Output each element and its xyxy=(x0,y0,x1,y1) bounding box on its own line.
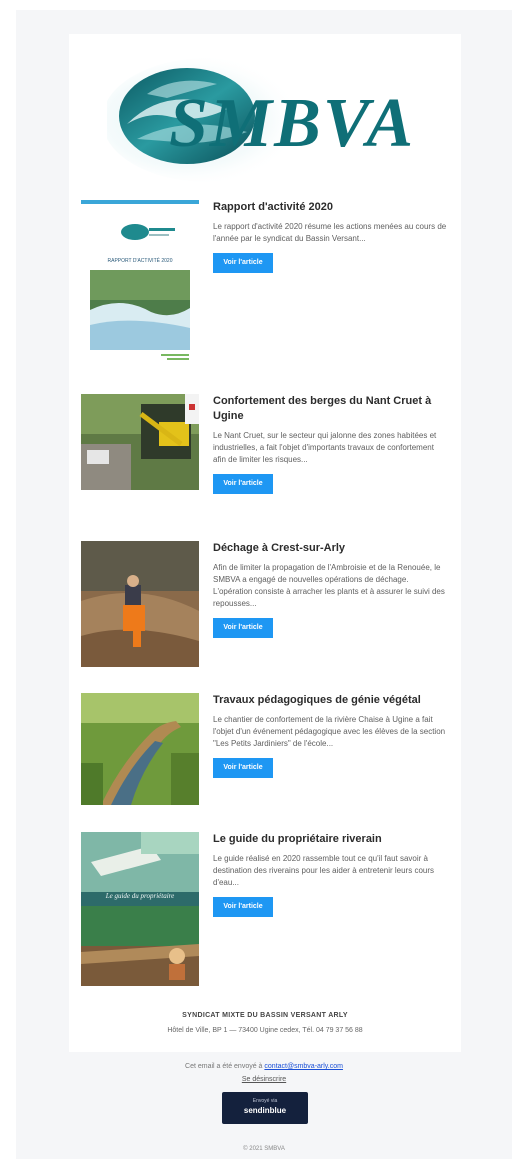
recipient-email-link[interactable]: contact@smbva-arly.com xyxy=(264,1063,343,1070)
read-article-button[interactable]: Voir l'article xyxy=(213,618,273,638)
logo-text: SMBVA xyxy=(169,85,415,162)
badge-line1: Envoyé via xyxy=(252,1098,278,1104)
read-article-button[interactable]: Voir l'article xyxy=(213,897,273,917)
email-notice: Cet email a été envoyé à contact@smbva-a… xyxy=(16,1063,512,1070)
article-body: Rapport d'activité 2020 Le rapport d'act… xyxy=(213,200,447,273)
article-thumbnail[interactable] xyxy=(81,693,199,805)
unsubscribe-link[interactable]: Se désinscrire xyxy=(16,1076,512,1083)
smbva-logo: SMBVA xyxy=(107,58,415,182)
copyright: © 2021 SMBVA xyxy=(243,1146,285,1152)
badge-line2: sendinblue xyxy=(243,1106,287,1115)
article-excerpt: Le rapport d'activité 2020 résume les ac… xyxy=(213,222,447,243)
article-title[interactable]: Rapport d'activité 2020 xyxy=(213,200,447,215)
article-excerpt: Le chantier de confortement de la rivièr… xyxy=(213,715,446,748)
article-body: Déchage à Crest-sur-Arly Afin de limiter… xyxy=(213,541,447,638)
article-thumbnail[interactable] xyxy=(81,394,199,490)
article-title[interactable]: Travaux pédagogiques de génie végétal xyxy=(213,693,447,708)
footer-organization: SYNDICAT MIXTE DU BASSIN VERSANT ARLY xyxy=(182,1012,348,1019)
sendinblue-badge[interactable]: Envoyé via sendinblue xyxy=(222,1092,308,1124)
svg-text:RAPPORT D'ACTIVITÉ 2020: RAPPORT D'ACTIVITÉ 2020 xyxy=(108,257,173,264)
svg-text:Le guide du propriétaire: Le guide du propriétaire xyxy=(105,892,175,900)
article-excerpt: Le Nant Cruet, sur le secteur qui jalonn… xyxy=(213,431,437,464)
article-body: Le guide du propriétaire riverain Le gui… xyxy=(213,832,447,917)
article-thumbnail[interactable] xyxy=(81,541,199,667)
read-article-button[interactable]: Voir l'article xyxy=(213,253,273,273)
read-article-button[interactable]: Voir l'article xyxy=(213,474,273,494)
read-article-button[interactable]: Voir l'article xyxy=(213,758,273,778)
footer-address: Hôtel de Ville, BP 1 — 73400 Ugine cedex… xyxy=(167,1027,363,1034)
article-body: Travaux pédagogiques de génie végétal Le… xyxy=(213,693,447,778)
notice-text: Cet email a été envoyé à xyxy=(185,1063,263,1070)
article-excerpt: Le guide réalisé en 2020 rassemble tout … xyxy=(213,854,435,887)
article-title[interactable]: Déchage à Crest-sur-Arly xyxy=(213,541,447,556)
article-title[interactable]: Confortement des berges du Nant Cruet à … xyxy=(213,394,447,424)
article-title[interactable]: Le guide du propriétaire riverain xyxy=(213,832,447,847)
article-excerpt: Afin de limiter la propagation de l'Ambr… xyxy=(213,563,445,608)
article-thumbnail[interactable]: Le guide du propriétaire xyxy=(81,832,199,986)
article-body: Confortement des berges du Nant Cruet à … xyxy=(213,394,447,494)
article-thumbnail[interactable]: RAPPORT D'ACTIVITÉ 2020 xyxy=(81,200,199,364)
